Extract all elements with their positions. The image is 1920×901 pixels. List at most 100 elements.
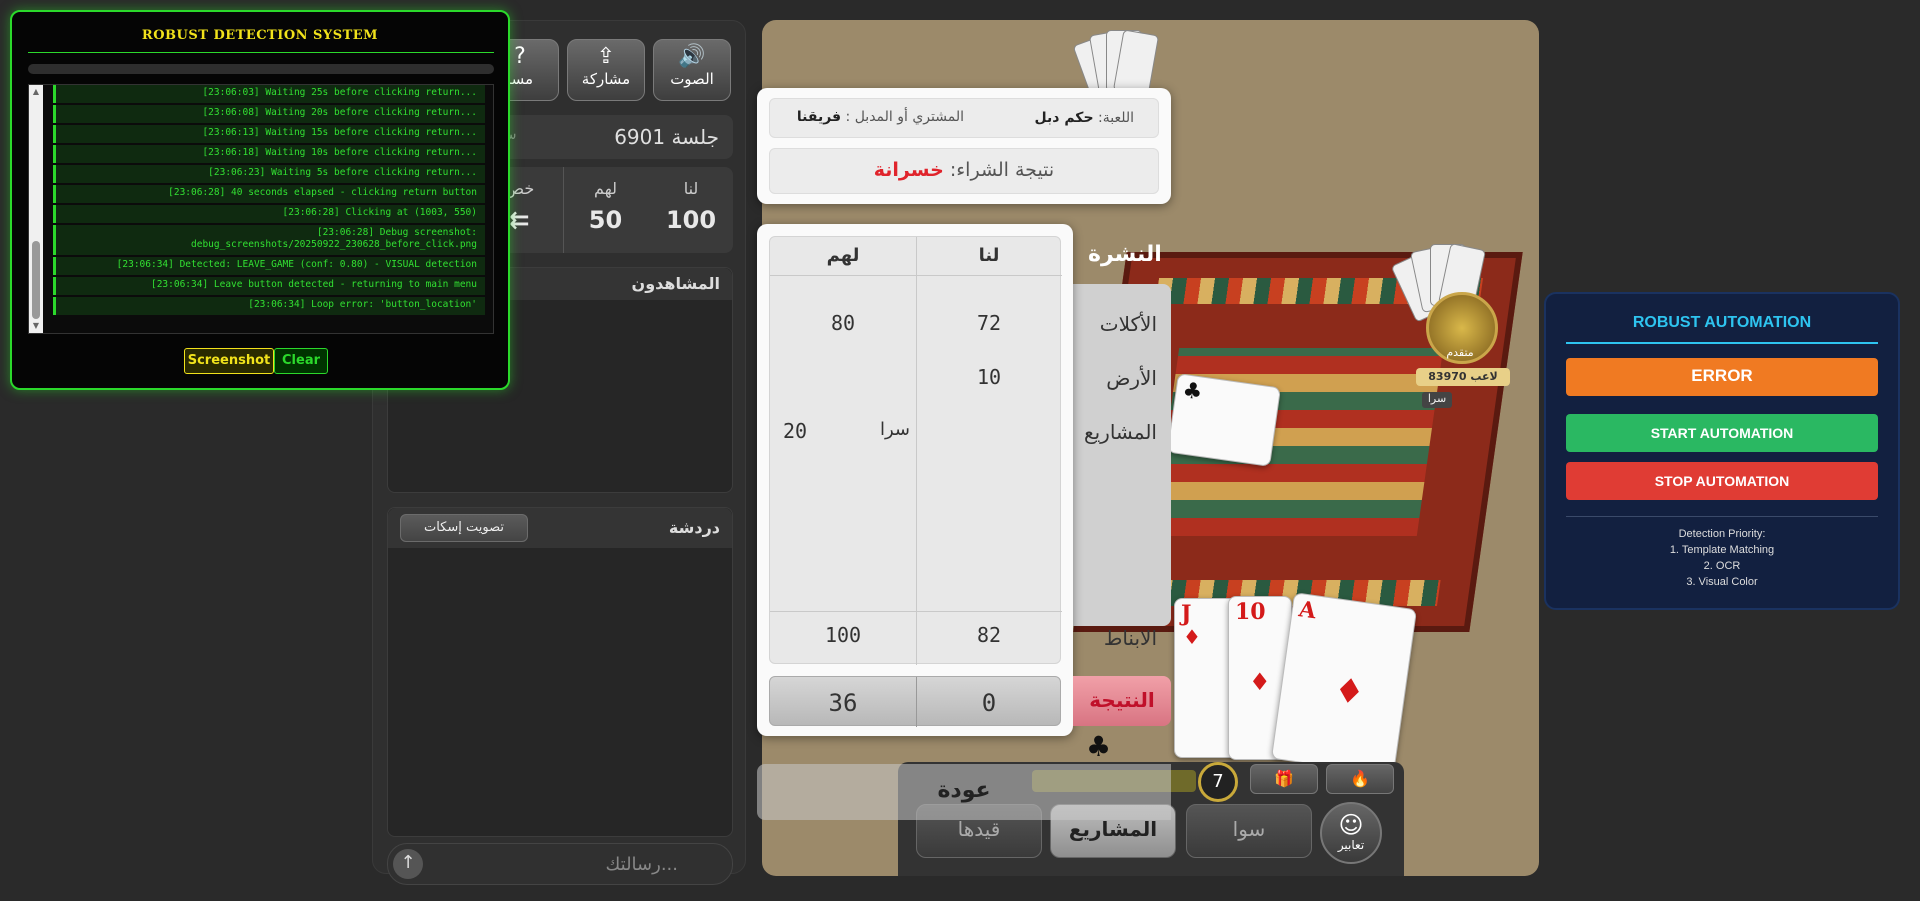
score-labels: الأكلات الأرض المشاريع الابناط [1073,284,1171,650]
automation-divider [1566,342,1878,344]
bulletin-title: النشرة [1088,242,1162,267]
buyer: المشتري أو المدبل : فريقنا [797,109,964,125]
player-label: سرا [1422,392,1452,408]
emote-label: تعابير [1337,838,1365,852]
score-us: لنا 100 [649,167,733,253]
diamond-icon: ♦ [1331,669,1368,714]
start-automation-button[interactable]: START AUTOMATION [1566,414,1878,452]
score-table-card: لنا لهم 72 80 10 سرا 20 82 100 0 36 [757,224,1073,736]
game-type-label: اللعبة: [1098,110,1134,126]
speaker-icon: 🔊 [678,44,706,69]
automation-panel: ROBUST AUTOMATION ERROR START AUTOMATION… [1544,292,1900,610]
detection-console: ROBUST DETECTION SYSTEM ▲ ▼ [23:06:03] W… [10,10,510,390]
col-them-header: لهم [826,245,860,266]
sound-label: الصوت [670,70,714,88]
share-button[interactable]: ⇪ مشاركة [567,39,645,101]
share-icon: ⇪ [596,44,616,69]
score-us-value: 100 [665,206,717,234]
club-icon: ♣ [1086,730,1112,763]
log-list: ▲ ▼ [23:06:03] Waiting 25s before clicki… [28,84,494,334]
row-label: الابناط [1103,626,1157,650]
log-scrollbar[interactable]: ▲ ▼ [29,85,43,333]
log-entry: [23:06:34] Detected: LEAVE_GAME (conf: 0… [53,257,485,275]
score-table-footer-line [770,611,1062,612]
share-label: مشاركة [581,70,631,88]
log-entry: [23:06:28] 40 seconds elapsed - clicking… [53,185,485,203]
score-table: لنا لهم 72 80 10 سرا 20 82 100 [769,236,1062,665]
result-them: 36 [828,689,858,717]
emote-button[interactable]: ☺ تعابير [1320,802,1382,864]
played-card: ♣ [1166,373,1282,467]
chat-panel: دردشة تصويت إسكات [387,507,733,837]
scroll-thumb[interactable] [32,241,40,319]
buyer-label: المشتري أو المدبل : [845,109,964,125]
buyer-value: فريقنا [796,109,842,125]
log-entry: [23:06:34] Loop error: 'button_location' [53,297,485,315]
buy-result-row: نتيجة الشراء: خسرانة [769,148,1159,194]
sawa-button[interactable]: سوا [1186,804,1312,858]
score-table-header-line [770,275,1062,276]
score-them-value: 50 [588,206,623,234]
diamond-icon: ♦ [1183,625,1201,649]
sound-button[interactable]: 🔊 الصوت [653,39,731,101]
send-icon[interactable]: ↑ [393,849,423,879]
session-label: جلسة 6901 [614,125,719,149]
result-totals: 0 36 [769,676,1061,727]
log-entry: [23:06:34] Leave button detected - retur… [53,277,485,295]
priority-item: 2. OCR [1703,560,1741,572]
card-suit-club-icon: ♣ [1180,377,1205,406]
message-input[interactable]: رسالتك... [387,843,733,885]
scroll-up-icon[interactable]: ▲ [31,87,41,96]
turn-timer: 7 [1198,762,1238,802]
mute-vote-button[interactable]: تصويت إسكات [400,514,528,542]
smiley-icon: ☺ [1338,811,1364,839]
row-label: الأكلات [1099,312,1157,336]
hand-card-rank: J [1181,601,1192,627]
rank-badge: لاعب 83970 [1416,368,1510,386]
score-us-label: لنا [683,179,699,198]
hand-card-rank: A [1297,596,1318,625]
log-entry: [23:06:28] Debug screenshot: debug_scree… [53,225,485,255]
diamond-icon: ♦ [1249,667,1271,696]
priority-item: 3. Visual Color [1686,576,1758,588]
score-them-label: لهم [594,179,617,198]
game-info-card: اللعبة: حكم دبل المشتري أو المدبل : فريق… [757,88,1171,204]
priority-item: 1. Template Matching [1669,544,1775,556]
game-type-value: حكم دبل [1034,110,1094,126]
help-label: مسا [507,70,533,88]
gift-icon[interactable]: 🎁 [1250,764,1318,794]
score-them: لهم 50 [563,167,647,253]
game-info-row: اللعبة: حكم دبل المشتري أو المدبل : فريق… [769,98,1159,138]
console-divider [28,52,494,53]
buy-result-value: خسرانة [873,159,944,181]
log-entry: [23:06:13] Waiting 15s before clicking r… [53,125,485,143]
score-table-divider [916,237,917,665]
console-progress [28,64,494,74]
fire-icon[interactable]: 🔥 [1326,764,1394,794]
stop-automation-button[interactable]: STOP AUTOMATION [1566,462,1878,500]
hand-card[interactable]: A ♦ [1270,592,1418,776]
result-us: 0 [981,689,997,717]
priority-title: Detection Priority: [1678,528,1766,540]
table-cell: 10 [976,365,1002,389]
row-label: الأرض [1106,366,1157,390]
log-entry-line: [23:06:28] Debug screenshot: [316,227,477,238]
scroll-down-icon[interactable]: ▼ [31,321,41,330]
result-label: النتيجة [1073,676,1171,726]
automation-divider-2 [1566,516,1878,517]
log-entry: [23:06:23] Waiting 5s before clicking re… [53,165,485,183]
row-label: المشاريع [1083,420,1157,444]
table-cell: 72 [976,311,1002,335]
avatar-name: متقدم [1446,346,1474,359]
abnat-them: 100 [824,623,862,647]
screenshot-button[interactable]: Screenshot [184,348,274,374]
abnat-us: 82 [976,623,1002,647]
table-cell: 80 [830,311,856,335]
hand-card-rank: 10 [1235,599,1266,625]
return-button[interactable]: عودة [757,764,1171,820]
status-badge: ERROR [1566,358,1878,396]
automation-title: ROBUST AUTOMATION [1632,314,1812,331]
buy-result-label: نتيجة الشراء: [949,159,1055,181]
log-entry: [23:06:08] Waiting 20s before clicking r… [53,105,485,123]
clear-button[interactable]: Clear [274,348,328,374]
